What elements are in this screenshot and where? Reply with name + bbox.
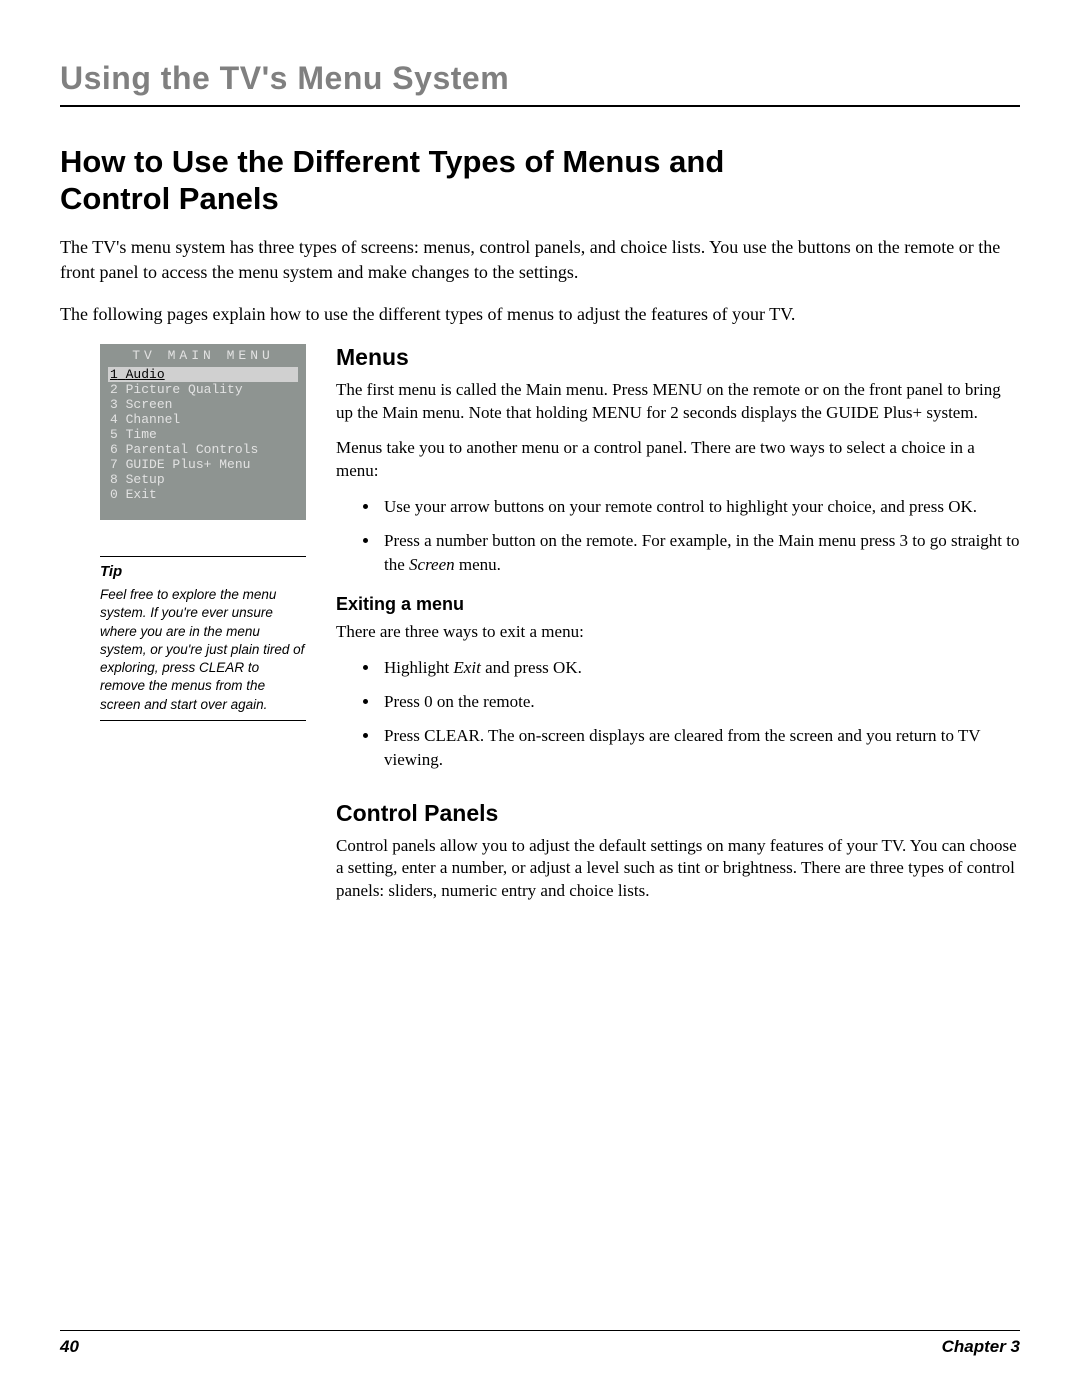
tv-menu-item-audio: 1 Audio [108,367,298,382]
page-footer: 40 Chapter 3 [60,1330,1020,1357]
two-column-layout: TV MAIN MENU 1 Audio 2 Picture Quality 3… [60,344,1020,915]
tv-main-menu-screenshot: TV MAIN MENU 1 Audio 2 Picture Quality 3… [100,344,306,520]
list-item: Press a number button on the remote. For… [380,529,1020,577]
tip-rule-top [100,556,306,557]
chapter-label: Chapter 3 [942,1337,1020,1357]
list-item: Press CLEAR. The on-screen displays are … [380,724,1020,772]
menus-para-2: Menus take you to another menu or a cont… [336,437,1020,483]
menus-heading: Menus [336,344,1020,371]
page-number: 40 [60,1337,79,1357]
page-heading: How to Use the Different Types of Menus … [60,143,780,217]
chapter-rule [60,105,1020,107]
control-panels-para: Control panels allow you to adjust the d… [336,835,1020,904]
manual-page: Using the TV's Menu System How to Use th… [0,0,1080,1397]
tv-menu-item: 8 Setup [108,472,298,487]
tv-menu-title: TV MAIN MENU [100,344,306,367]
menus-para-1: The first menu is called the Main menu. … [336,379,1020,425]
tv-menu-item: 3 Screen [108,397,298,412]
tip-heading: Tip [100,563,306,580]
footer-rule [60,1330,1020,1331]
tip-body: Feel free to explore the menu system. If… [100,586,306,714]
chapter-title: Using the TV's Menu System [60,60,1020,97]
list-item: Highlight Exit and press OK. [380,656,1020,680]
tip-rule-bottom [100,720,306,721]
exiting-para: There are three ways to exit a menu: [336,621,1020,644]
left-column: TV MAIN MENU 1 Audio 2 Picture Quality 3… [60,344,306,915]
menus-bullet-list: Use your arrow buttons on your remote co… [336,495,1020,576]
footer-row: 40 Chapter 3 [60,1337,1020,1357]
tv-menu-item: 0 Exit [108,487,298,502]
tv-menu-item: 4 Channel [108,412,298,427]
intro-paragraph-2: The following pages explain how to use t… [60,302,1020,326]
control-panels-heading: Control Panels [336,800,1020,827]
tv-menu-item: 2 Picture Quality [108,382,298,397]
list-item: Use your arrow buttons on your remote co… [380,495,1020,519]
tv-menu-list: 1 Audio 2 Picture Quality 3 Screen 4 Cha… [100,367,306,502]
exiting-bullet-list: Highlight Exit and press OK. Press 0 on … [336,656,1020,771]
tv-menu-item: 7 GUIDE Plus+ Menu [108,457,298,472]
intro-paragraph-1: The TV's menu system has three types of … [60,235,1020,284]
list-item: Press 0 on the remote. [380,690,1020,714]
right-column: Menus The first menu is called the Main … [336,344,1020,915]
tv-menu-item: 5 Time [108,427,298,442]
tv-menu-item: 6 Parental Controls [108,442,298,457]
exiting-heading: Exiting a menu [336,594,1020,615]
